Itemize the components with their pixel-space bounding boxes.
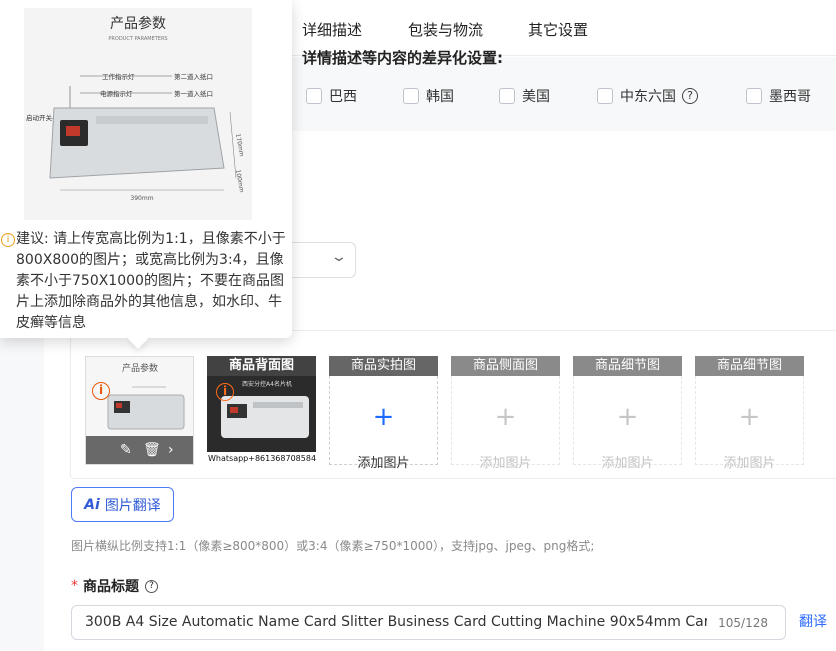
real-photo-slot[interactable]: 商品实拍图 + 添加图片 xyxy=(329,356,438,471)
checkbox-box[interactable] xyxy=(306,88,322,104)
delete-icon[interactable]: 🗑 xyxy=(143,442,161,458)
region-label-mexico: 墨西哥 xyxy=(769,89,811,105)
product-title-text: 商品标题 xyxy=(83,579,139,595)
slot-drop-box[interactable]: + 添加图片 xyxy=(695,376,804,471)
plus-icon: + xyxy=(494,402,517,432)
region-checkbox-brazil[interactable]: 巴西 xyxy=(306,86,357,106)
tab-detail-description[interactable]: 详细描述 xyxy=(302,19,362,40)
add-image-text: 添加图片 xyxy=(601,456,654,471)
back-image-caption: 西安分控A4名片机 xyxy=(242,380,292,388)
image-suggestion-text: 建议: 请上传宽高比例为1:1，且像素不小于800X800的图片；或宽高比例为3… xyxy=(16,231,286,331)
slot-label: 商品实拍图 xyxy=(329,356,438,376)
edit-icon[interactable]: ✎ xyxy=(120,442,132,458)
info-warning-icon: i xyxy=(1,233,15,247)
char-counter: 105/128 xyxy=(718,616,768,630)
diagram-subtitle: PRODUCT PARAMETERS xyxy=(108,36,167,42)
image-tip-popover: 产品参数 PRODUCT PARAMETERS 工作指示灯 电源指示灯 第二道入… xyxy=(0,0,292,338)
translate-link[interactable]: 翻译 xyxy=(799,611,827,631)
region-label-middle-east: 中东六国 xyxy=(620,89,676,105)
detail-image-slot-1[interactable]: 商品细节图 + 添加图片 xyxy=(573,356,682,471)
slot-drop-box[interactable]: + 添加图片 xyxy=(451,376,560,471)
back-image-label: 商品背面图 xyxy=(207,356,316,376)
diagram-label: 电源指示灯 xyxy=(100,89,133,98)
image-format-hint: 图片横纵比例支持1:1（像素≥800*800）或3:4（像素≥750*1000）… xyxy=(71,539,595,553)
checkbox-box[interactable] xyxy=(403,88,419,104)
required-mark: * xyxy=(71,578,78,594)
plus-icon: + xyxy=(372,402,395,432)
ai-icon: Ai xyxy=(84,496,100,513)
thumb-title: 产品参数 xyxy=(122,362,158,374)
diagram-label: 第一道入纸口 xyxy=(174,89,213,98)
chevron-right-icon[interactable]: › xyxy=(168,442,174,458)
help-question-icon[interactable]: ? xyxy=(682,88,698,104)
plus-icon: + xyxy=(616,402,639,432)
product-title-value[interactable]: 300B A4 Size Automatic Name Card Slitter… xyxy=(85,614,707,630)
side-image-slot[interactable]: 商品侧面图 + 添加图片 xyxy=(451,356,560,471)
add-image-text: 添加图片 xyxy=(357,456,410,471)
region-checkbox-middle-east[interactable]: 中东六国 ? xyxy=(597,86,698,106)
diagram-label: 工作指示灯 xyxy=(102,72,135,81)
product-parameter-image: 产品参数 PRODUCT PARAMETERS 工作指示灯 电源指示灯 第二道入… xyxy=(24,8,252,220)
plus-icon: + xyxy=(738,402,761,432)
slot-label: 商品侧面图 xyxy=(451,356,560,376)
region-settings-title: 详情描述等内容的差异化设置: xyxy=(302,49,503,67)
help-question-icon[interactable]: ? xyxy=(145,579,158,593)
region-label-usa: 美国 xyxy=(522,89,550,105)
add-image-text: 添加图片 xyxy=(479,456,532,471)
watermark-text: Whatsapp+8613687085840 xyxy=(207,452,316,465)
add-image-text: 添加图片 xyxy=(723,456,776,471)
back-image-slot[interactable]: 西安分控A4名片机 商品背面图 i Whatsapp+8613687085840 xyxy=(207,356,316,465)
region-checkbox-mexico[interactable]: 墨西哥 xyxy=(746,86,811,106)
warning-icon: i xyxy=(216,383,234,401)
chevron-down-icon: ⌄ xyxy=(330,249,348,265)
tab-other-settings[interactable]: 其它设置 xyxy=(528,19,588,40)
region-label-brazil: 巴西 xyxy=(329,89,357,105)
checkbox-box[interactable] xyxy=(499,88,515,104)
region-label-korea: 韩国 xyxy=(426,89,454,105)
product-diagram: 产品参数 PRODUCT PARAMETERS 工作指示灯 电源指示灯 第二道入… xyxy=(24,8,252,220)
region-checkbox-korea[interactable]: 韩国 xyxy=(403,86,454,106)
image-translate-label: 图片翻译 xyxy=(104,497,161,514)
image-translate-button[interactable]: Ai 图片翻译 xyxy=(71,487,174,522)
diagram-label: 390mm xyxy=(130,195,153,202)
slot-label: 商品细节图 xyxy=(695,356,804,376)
diagram-title: 产品参数 xyxy=(110,15,166,32)
region-checkbox-usa[interactable]: 美国 xyxy=(499,86,550,106)
checkbox-box[interactable] xyxy=(746,88,762,104)
tab-packaging-logistics[interactable]: 包装与物流 xyxy=(408,19,483,40)
warning-icon: i xyxy=(92,382,110,400)
diagram-label: 第二道入纸口 xyxy=(174,72,213,81)
main-image-thumb[interactable]: 产品参数 i ✎ 🗑 › xyxy=(85,356,194,465)
slot-label: 商品细节图 xyxy=(573,356,682,376)
diagram-label: 启动开关 xyxy=(26,113,53,122)
product-title-label: * 商品标题 ? xyxy=(71,576,158,596)
thumb-action-bar: ✎ 🗑 › xyxy=(86,436,193,464)
checkbox-box[interactable] xyxy=(597,88,613,104)
slot-drop-box[interactable]: + 添加图片 xyxy=(573,376,682,471)
detail-image-slot-2[interactable]: 商品细节图 + 添加图片 xyxy=(695,356,804,471)
product-title-input[interactable]: 300B A4 Size Automatic Name Card Slitter… xyxy=(71,605,786,640)
slot-drop-box[interactable]: + 添加图片 xyxy=(329,376,438,471)
